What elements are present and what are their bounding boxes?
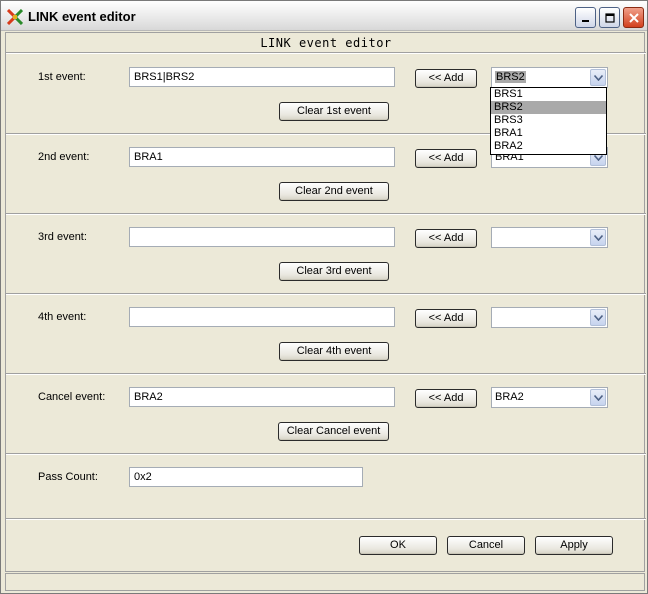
- row-label-4th-event: 4th event:: [38, 311, 87, 323]
- panel-header: LINK event editor: [260, 36, 392, 50]
- chevron-down-icon[interactable]: [590, 389, 606, 406]
- 1st-event-dropdown-list[interactable]: BRS1 BRS2 BRS3 BRA1 BRA2: [490, 87, 607, 155]
- add-2nd-event-button[interactable]: << Add: [415, 149, 477, 168]
- dropdown-option-highlighted[interactable]: BRS2: [491, 101, 606, 114]
- clear-3rd-event-button[interactable]: Clear 3rd event: [279, 262, 389, 281]
- add-1st-event-button[interactable]: << Add: [415, 69, 477, 88]
- 4th-event-input[interactable]: [129, 307, 395, 327]
- dropdown-option[interactable]: BRS1: [491, 88, 606, 101]
- chevron-down-icon[interactable]: [590, 229, 606, 246]
- 1st-event-input[interactable]: BRS1|BRS2: [129, 67, 395, 87]
- maximize-icon: [604, 12, 615, 23]
- clear-1st-event-button[interactable]: Clear 1st event: [279, 102, 389, 121]
- 3rd-event-select[interactable]: [491, 227, 608, 248]
- add-cancel-event-button[interactable]: << Add: [415, 389, 477, 408]
- cancel-event-input[interactable]: BRA2: [129, 387, 395, 407]
- clear-2nd-event-button[interactable]: Clear 2nd event: [279, 182, 389, 201]
- dropdown-option[interactable]: BRA2: [491, 140, 606, 153]
- divider: [6, 52, 646, 54]
- clear-cancel-event-button[interactable]: Clear Cancel event: [278, 422, 389, 441]
- add-4th-event-button[interactable]: << Add: [415, 309, 477, 328]
- close-icon: [628, 12, 639, 23]
- chevron-down-icon[interactable]: [590, 69, 606, 86]
- dialog-window: LINK event editor LINK event editor 1st …: [0, 0, 648, 594]
- 2nd-event-input[interactable]: BRA1: [129, 147, 395, 167]
- chevron-down-icon[interactable]: [590, 309, 606, 326]
- 4th-event-select[interactable]: [491, 307, 608, 328]
- minimize-icon: [581, 19, 589, 22]
- row-label-1st-event: 1st event:: [38, 71, 86, 83]
- divider: [6, 293, 646, 295]
- row-label-3rd-event: 3rd event:: [38, 231, 87, 243]
- 1st-event-select-value: BRS2: [495, 71, 526, 83]
- cancel-event-select-value: BRA2: [495, 391, 524, 403]
- divider: [6, 213, 646, 215]
- window-title: LINK event editor: [28, 9, 136, 24]
- divider: [6, 373, 646, 375]
- row-label-2nd-event: 2nd event:: [38, 151, 90, 163]
- clear-4th-event-button[interactable]: Clear 4th event: [279, 342, 389, 361]
- dropdown-option[interactable]: BRS3: [491, 114, 606, 127]
- app-icon: [7, 9, 23, 25]
- dropdown-option[interactable]: BRA1: [491, 127, 606, 140]
- add-3rd-event-button[interactable]: << Add: [415, 229, 477, 248]
- minimize-button[interactable]: [575, 7, 596, 28]
- 3rd-event-input[interactable]: [129, 227, 395, 247]
- close-button[interactable]: [623, 7, 644, 28]
- cancel-button[interactable]: Cancel: [447, 536, 525, 555]
- pass-count-input[interactable]: 0x2: [129, 467, 363, 487]
- divider: [6, 518, 646, 520]
- apply-button[interactable]: Apply: [535, 536, 613, 555]
- row-label-cancel-event: Cancel event:: [38, 391, 106, 403]
- maximize-button[interactable]: [599, 7, 620, 28]
- 1st-event-select[interactable]: BRS2: [491, 67, 608, 88]
- title-bar[interactable]: LINK event editor: [1, 1, 647, 31]
- ok-button[interactable]: OK: [359, 536, 437, 555]
- status-bar: [5, 573, 645, 591]
- divider: [6, 453, 646, 455]
- pass-count-label: Pass Count:: [38, 471, 98, 483]
- cancel-event-select[interactable]: BRA2: [491, 387, 608, 408]
